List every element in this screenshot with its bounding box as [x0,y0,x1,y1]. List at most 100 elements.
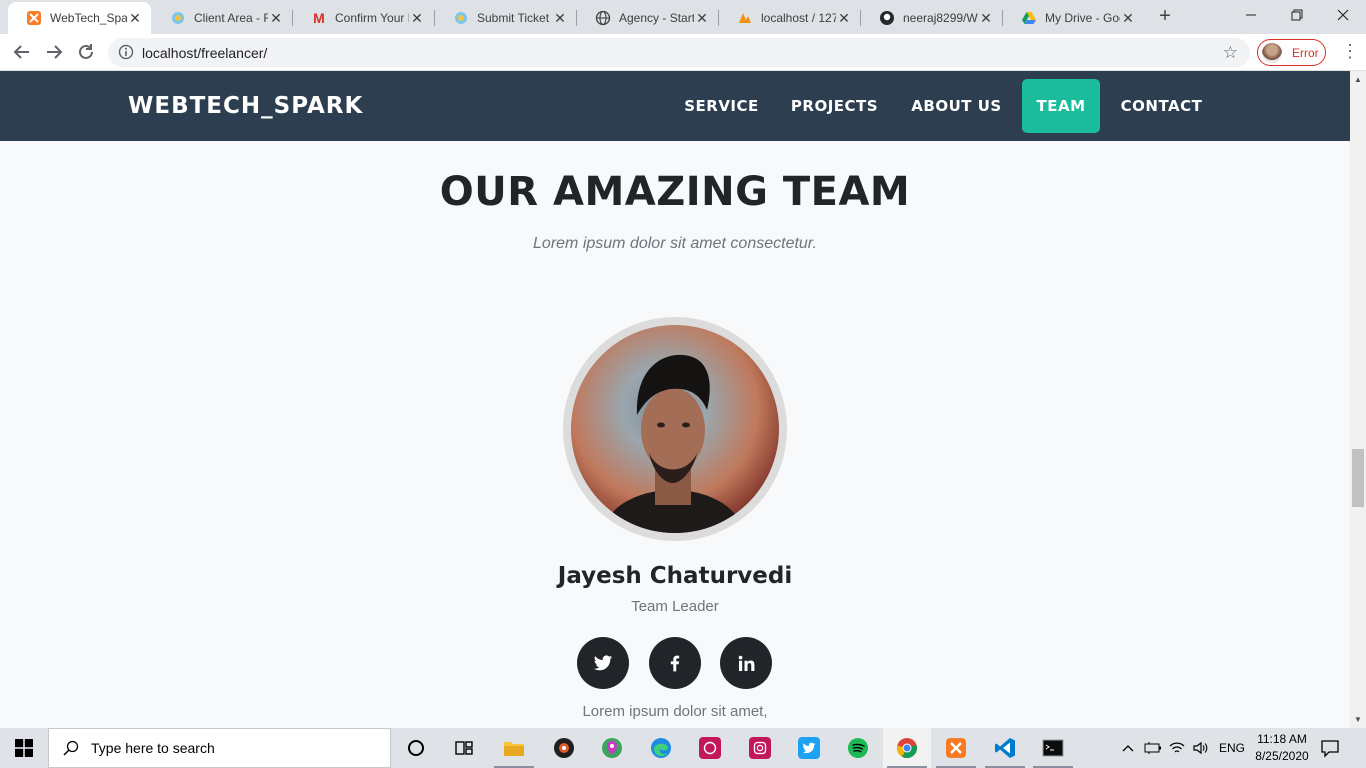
tab-label: Submit Ticket [477,11,550,25]
close-icon[interactable]: ✕ [268,10,284,27]
section-subtitle: Lorem ipsum dolor sit amet consectetur. [533,235,817,252]
arrow-left-icon [13,45,29,59]
tray-chevron-icon[interactable] [1121,728,1135,768]
notification-icon[interactable] [1320,738,1340,758]
client-area-icon [170,10,186,26]
facebook-icon [670,655,680,672]
new-tab-button[interactable]: + [1155,6,1175,26]
tab-gmail[interactable]: M Confirm Your F ✕ [293,2,433,34]
start-button[interactable] [0,728,48,768]
forward-button[interactable] [42,40,66,64]
taskbar-search[interactable]: Type here to search [48,728,391,768]
tab-label: Confirm Your F [335,11,409,25]
more-menu-icon[interactable]: ⋮ [1340,42,1360,60]
globe-icon [595,10,611,26]
tab-phpmyadmin[interactable]: localhost / 127 ✕ [719,2,860,34]
close-icon[interactable]: ✕ [836,10,852,27]
cortana-icon[interactable] [392,728,440,768]
team-member-photo [571,325,779,533]
instagram-icon[interactable] [736,728,784,768]
phpmyadmin-icon [737,10,753,26]
info-icon[interactable] [118,44,134,65]
nav-link-contact[interactable]: CONTACT [1110,79,1213,133]
member-name: Jayesh Chaturvedi [557,563,793,589]
close-icon[interactable]: ✕ [552,10,568,27]
arrow-right-icon [47,45,63,59]
restore-button[interactable] [1274,0,1320,30]
site-brand[interactable]: WEBTECH_SPARK [128,93,363,119]
battery-icon[interactable] [1144,728,1162,768]
tab-label: localhost / 127 [761,11,836,25]
tab-submit-ticket[interactable]: Submit Ticket ✕ [435,2,576,34]
tab-label: neeraj8299/We [903,11,978,25]
nav-link-about-us[interactable]: ABOUT US [901,79,1012,133]
twitter-app-icon[interactable] [785,728,833,768]
media-player-icon[interactable] [540,728,588,768]
google-drive-icon [1021,10,1037,26]
vscode-icon[interactable] [981,728,1029,768]
url-text[interactable]: localhost/freelancer/ [142,45,267,61]
nav-link-projects[interactable]: PROJECTS [781,79,888,133]
terminal-icon[interactable] [1029,728,1077,768]
tab-github[interactable]: neeraj8299/We ✕ [861,2,1002,34]
tab-google-drive[interactable]: My Drive - Goo ✕ [1003,2,1144,34]
file-explorer-icon[interactable] [490,728,538,768]
member-description: Lorem ipsum dolor sit amet, [582,703,768,720]
page-scrollbar[interactable]: ▲ ▼ [1350,71,1366,728]
address-bar[interactable]: localhost/freelancer/ ☆ [108,38,1250,67]
section-title: OUR AMAZING TEAM [439,169,911,215]
back-button[interactable] [10,40,34,64]
task-view-icon[interactable] [440,728,488,768]
browser-tab-bar: WebTech_Spar ✕ Client Area - Fr ✕ M Conf… [0,0,1366,34]
member-role: Team Leader [631,598,719,615]
twitter-button[interactable] [577,637,629,689]
browser-toolbar: localhost/freelancer/ ☆ Error ⋮ [0,34,1366,71]
tab-webtech-spark[interactable]: WebTech_Spar ✕ [8,2,151,34]
tab-label: My Drive - Goo [1045,11,1120,25]
github-icon [879,10,895,26]
tab-label: WebTech_Spar [50,11,127,25]
search-placeholder: Type here to search [91,740,215,756]
gmail-icon: M [313,10,325,26]
close-icon[interactable]: ✕ [694,10,710,27]
tab-client-area[interactable]: Client Area - Fr ✕ [152,2,292,34]
maps-icon[interactable] [588,728,636,768]
scrollbar-thumb[interactable] [1352,449,1364,507]
avatar [1262,42,1282,63]
close-window-button[interactable] [1320,0,1366,30]
close-icon[interactable]: ✕ [1120,10,1136,27]
xampp-app-icon[interactable] [932,728,980,768]
client-area-icon [453,10,469,26]
language-indicator[interactable]: ENG [1219,728,1245,768]
reload-button[interactable] [74,40,98,64]
volume-icon[interactable] [1192,728,1210,768]
bookmark-star-icon[interactable]: ☆ [1223,43,1238,63]
nav-link-team[interactable]: TEAM [1022,79,1100,133]
nav-link-service[interactable]: SERVICE [674,79,769,133]
profile-button[interactable]: Error [1257,39,1326,66]
facebook-button[interactable] [649,637,701,689]
linkedin-button[interactable] [720,637,772,689]
xampp-icon [26,10,42,26]
reload-icon [79,44,93,59]
edge-browser-icon[interactable] [637,728,685,768]
chrome-icon[interactable] [883,728,931,768]
whatsapp-icon[interactable] [686,728,734,768]
search-icon [63,740,79,756]
close-icon[interactable]: ✕ [409,10,425,27]
profile-status: Error [1292,45,1319,60]
scroll-down-icon[interactable]: ▼ [1354,715,1362,724]
wifi-icon[interactable] [1168,728,1186,768]
twitter-icon [593,655,613,671]
tab-label: Agency - Start [619,11,694,25]
minimize-button[interactable] [1228,0,1274,30]
taskbar-clock[interactable]: 11:18 AM 8/25/2020 [1250,731,1314,765]
tab-agency[interactable]: Agency - Start ✕ [577,2,718,34]
spotify-icon[interactable] [834,728,882,768]
windows-taskbar: Type here to search ENG 11:18 AM 8/25/20… [0,728,1366,768]
close-icon[interactable]: ✕ [978,10,994,27]
close-icon[interactable]: ✕ [127,10,143,27]
site-navbar: WEBTECH_SPARK SERVICE PROJECTS ABOUT US … [0,71,1350,141]
scroll-up-icon[interactable]: ▲ [1354,75,1362,84]
windows-logo-icon [15,739,33,757]
